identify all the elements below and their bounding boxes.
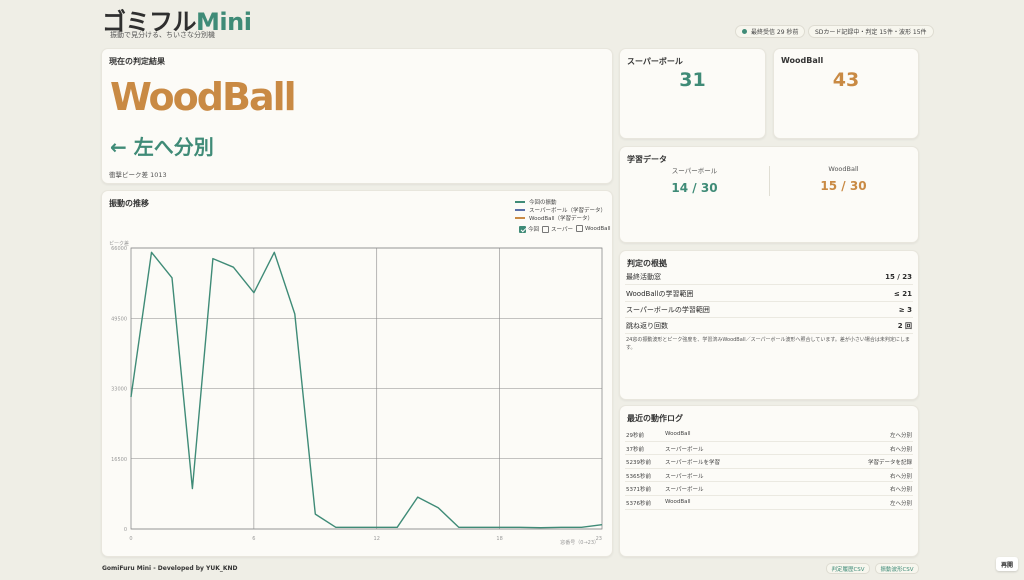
learning-data-title: 学習データ [627, 155, 667, 164]
vibration-chart-card: 振動の推移 今回の振動 スーパーボール（学習データ） WoodBall（学習デー… [101, 190, 613, 557]
vibration-line-chart: 0165003300049500660000 6 12 18 23 ピーク差 窓番号（0… [109, 240, 603, 546]
basis-row: スーパーボールの学習範囲 ≥ 3 [625, 302, 913, 318]
x-tick-label: 18 [496, 536, 502, 542]
super-ball-count-title: スーパーボール [627, 57, 683, 66]
learning-super-label: スーパーボール [671, 167, 718, 175]
log-item: スーパーボール [665, 446, 704, 453]
result-name: WoodBall [110, 75, 297, 119]
basis-row: 跳ね返り回数 2 回 [625, 318, 913, 334]
log-time: 5376秒前 [626, 501, 651, 507]
learning-wood: WoodBall 15 / 30 [771, 165, 916, 193]
log-time: 5371秒前 [626, 487, 651, 494]
log-action: 左へ分別 [889, 501, 912, 507]
tagline: 振動で見分ける、ちいさな分別機 [110, 31, 215, 39]
judgment-basis-card: 判定の根拠 最終活動窓 15 / 23 WoodBallの学習範囲 ≤ 21 スーパ… [619, 250, 919, 400]
log-action: 左へ分別 [889, 433, 912, 439]
footer-credit: GomiFuru Mini - Developed by YUK_KND [102, 565, 238, 572]
basis-row-value: ≥ 3 [898, 305, 912, 314]
y-tick-label: 49500 [111, 316, 127, 322]
log-time: 29秒前 [626, 433, 644, 439]
log-action: 学習データを記録 [867, 460, 912, 467]
super-ball-count-card: スーパーボール 31 [619, 48, 766, 139]
log-item: スーパーボール [665, 487, 704, 494]
status-sd-badge: SDカード記録中・判定 15件・波形 15件 [808, 25, 934, 38]
log-row: 37秒前 スーパーボール 右へ分別 [625, 442, 913, 456]
learning-super: スーパーボール 14 / 30 [622, 165, 767, 195]
result-direction: ← 左へ分別 [110, 135, 214, 159]
log-action: 右へ分別 [889, 446, 912, 453]
learning-super-value: 14 / 30 [671, 181, 718, 195]
basis-row: 最終活動窓 15 / 23 [625, 269, 913, 285]
x-tick-label: 0 [129, 536, 132, 542]
log-time: 37秒前 [626, 446, 644, 453]
basis-row-label: 跳ね返り回数 [626, 321, 668, 330]
y-tick-label: 33000 [111, 387, 127, 393]
log-row: 5376秒前 WoodBall 左へ分別 [625, 496, 913, 510]
status-dot-icon [742, 29, 747, 34]
activity-log-card: 最近の動作ログ 29秒前 WoodBall 左へ分別 37秒前 スーパーボール 右へ分別… [619, 405, 919, 557]
activity-log-title: 最近の動作ログ [627, 414, 683, 423]
peak-difference: 衝撃ピーク差 1013 [109, 171, 167, 179]
log-row: 5371秒前 スーパーボール 右へ分別 [625, 482, 913, 496]
status-sd-text: SDカード記録中・判定 15件・波形 15件 [815, 29, 927, 36]
log-time: 5239秒前 [626, 460, 651, 467]
log-row: 5239秒前 スーパーボールを学習 学習データを記録 [625, 455, 913, 469]
learning-data-card: 学習データ スーパーボール 14 / 30 WoodBall 15 / 30 [619, 146, 919, 243]
log-item: スーパーボールを学習 [665, 460, 720, 467]
basis-row-value: 2 回 [897, 321, 912, 330]
learning-wood-value: 15 / 30 [820, 179, 867, 193]
status-received-badge: 最終受信 29 秒前 [735, 25, 806, 38]
basis-row-label: 最終活動窓 [626, 272, 661, 281]
learning-wood-label: WoodBall [828, 165, 859, 173]
basis-row-value: ≤ 21 [893, 289, 912, 298]
download-history-csv-button[interactable]: 判定履歴CSV [826, 563, 870, 574]
basis-row-value: 15 / 23 [885, 272, 912, 281]
y-axis-label: ピーク差 [109, 240, 129, 247]
status-received-text: 最終受信 29 秒前 [751, 29, 799, 36]
log-time: 5365秒前 [626, 473, 651, 480]
judgment-basis-title: 判定の根拠 [627, 259, 667, 268]
woodball-count: 43 [832, 69, 860, 91]
woodball-count-title: WoodBall [781, 56, 824, 65]
x-axis-label: 窓番号（0→23） [560, 539, 599, 546]
x-tick-label: 12 [374, 536, 380, 542]
x-tick-label: 6 [252, 536, 255, 542]
current-result-card: 現在の判定結果 WoodBall ← 左へ分別 衝撃ピーク差 1013 [101, 48, 613, 184]
log-item: WoodBall [665, 431, 691, 437]
download-wave-csv-button[interactable]: 振動波形CSV [875, 563, 919, 574]
basis-note: 24窓の振動波形とピーク強度を、学習済みWoodBall／スーパーボール波形へ照… [626, 337, 910, 351]
y-tick-label: 0 [124, 527, 127, 533]
woodball-count-card: WoodBall 43 [773, 48, 919, 139]
log-item: WoodBall [665, 499, 691, 505]
super-ball-count: 31 [679, 69, 706, 91]
y-tick-label: 16500 [111, 457, 127, 463]
basis-row-label: スーパーボールの学習範囲 [626, 305, 710, 314]
learning-divider [769, 166, 770, 196]
resume-button[interactable]: 再開 [996, 557, 1018, 571]
log-action: 右へ分別 [889, 473, 912, 480]
basis-row: WoodBallの学習範囲 ≤ 21 [625, 286, 913, 302]
log-row: 29秒前 WoodBall 左へ分別 [625, 428, 913, 442]
basis-row-label: WoodBallの学習範囲 [626, 289, 694, 298]
series-line-current [130, 251, 603, 529]
log-row: 5365秒前 スーパーボール 右へ分別 [625, 469, 913, 483]
current-result-title: 現在の判定結果 [109, 57, 165, 66]
log-action: 右へ分別 [889, 487, 912, 494]
log-item: スーパーボール [665, 473, 704, 480]
